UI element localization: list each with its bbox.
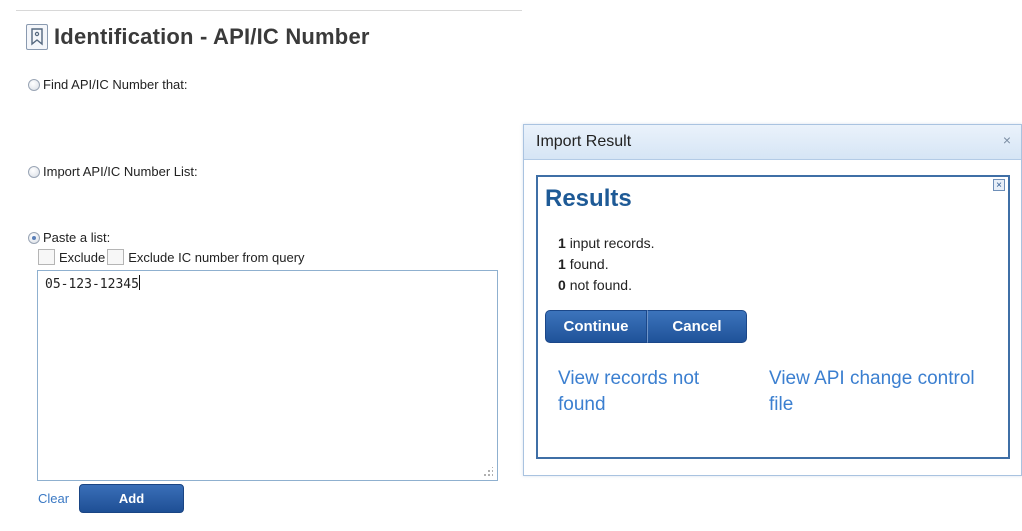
input-text: input records.: [569, 235, 655, 251]
view-change-control-link[interactable]: View API change control file: [769, 366, 975, 418]
found-count: 1: [558, 256, 566, 272]
import-option-label: Import API/IC Number List:: [43, 164, 198, 179]
add-button[interactable]: Add: [79, 484, 184, 513]
cancel-button[interactable]: Cancel: [647, 310, 747, 343]
exclude-ic-checkbox[interactable]: [107, 249, 125, 265]
exclude-checkbox[interactable]: [38, 249, 55, 265]
find-radio[interactable]: [28, 78, 40, 91]
dialog-title: Import Result: [536, 133, 632, 150]
found-text: found.: [569, 256, 609, 272]
exclude-label: Exclude: [59, 249, 106, 265]
find-option-label: Find API/IC Number that:: [43, 77, 188, 92]
view-not-found-line2: found: [558, 394, 606, 415]
paste-radio[interactable]: [28, 231, 40, 244]
view-not-found-line1: View records not: [558, 368, 700, 389]
not-found-count: 0: [558, 277, 566, 293]
paste-list-value: 05-123-12345: [45, 277, 139, 292]
top-divider: [16, 10, 522, 11]
input-count: 1: [558, 235, 566, 251]
bookmark-icon: [26, 24, 48, 50]
continue-button[interactable]: Continue: [545, 310, 647, 343]
paste-list-textarea[interactable]: 05-123-12345: [37, 270, 498, 481]
paste-option[interactable]: Paste a list:: [28, 230, 110, 245]
import-radio[interactable]: [28, 165, 40, 178]
exclude-options: Exclude Exclude IC number from query: [38, 249, 305, 265]
dialog-header: Import Result ×: [524, 125, 1021, 160]
page-header: Identification - API/IC Number: [26, 24, 370, 50]
results-heading: Results: [545, 185, 632, 212]
not-found-text: not found.: [569, 277, 632, 293]
page-title: Identification - API/IC Number: [54, 24, 370, 49]
view-change-control-line1: View API change control: [769, 368, 975, 389]
import-option[interactable]: Import API/IC Number List:: [28, 164, 198, 179]
found-stat: 1 found.: [558, 256, 609, 272]
results-panel: × Results 1 input records. 1 found. 0 no…: [536, 175, 1010, 459]
input-records-stat: 1 input records.: [558, 235, 655, 251]
paste-option-label: Paste a list:: [43, 230, 111, 245]
import-result-dialog: Import Result × × Results 1 input record…: [523, 124, 1022, 476]
not-found-stat: 0 not found.: [558, 277, 632, 293]
find-option[interactable]: Find API/IC Number that:: [28, 77, 188, 92]
view-change-control-line2: file: [769, 394, 794, 415]
view-not-found-link[interactable]: View records not found: [558, 366, 699, 418]
exclude-ic-label: Exclude IC number from query: [128, 249, 305, 265]
close-icon[interactable]: ×: [1003, 132, 1011, 148]
resize-grip-icon[interactable]: [483, 467, 493, 477]
action-buttons: Continue Cancel: [545, 310, 747, 343]
panel-close-icon[interactable]: ×: [993, 179, 1005, 191]
text-cursor: [138, 275, 140, 290]
clear-link[interactable]: Clear: [38, 491, 69, 506]
